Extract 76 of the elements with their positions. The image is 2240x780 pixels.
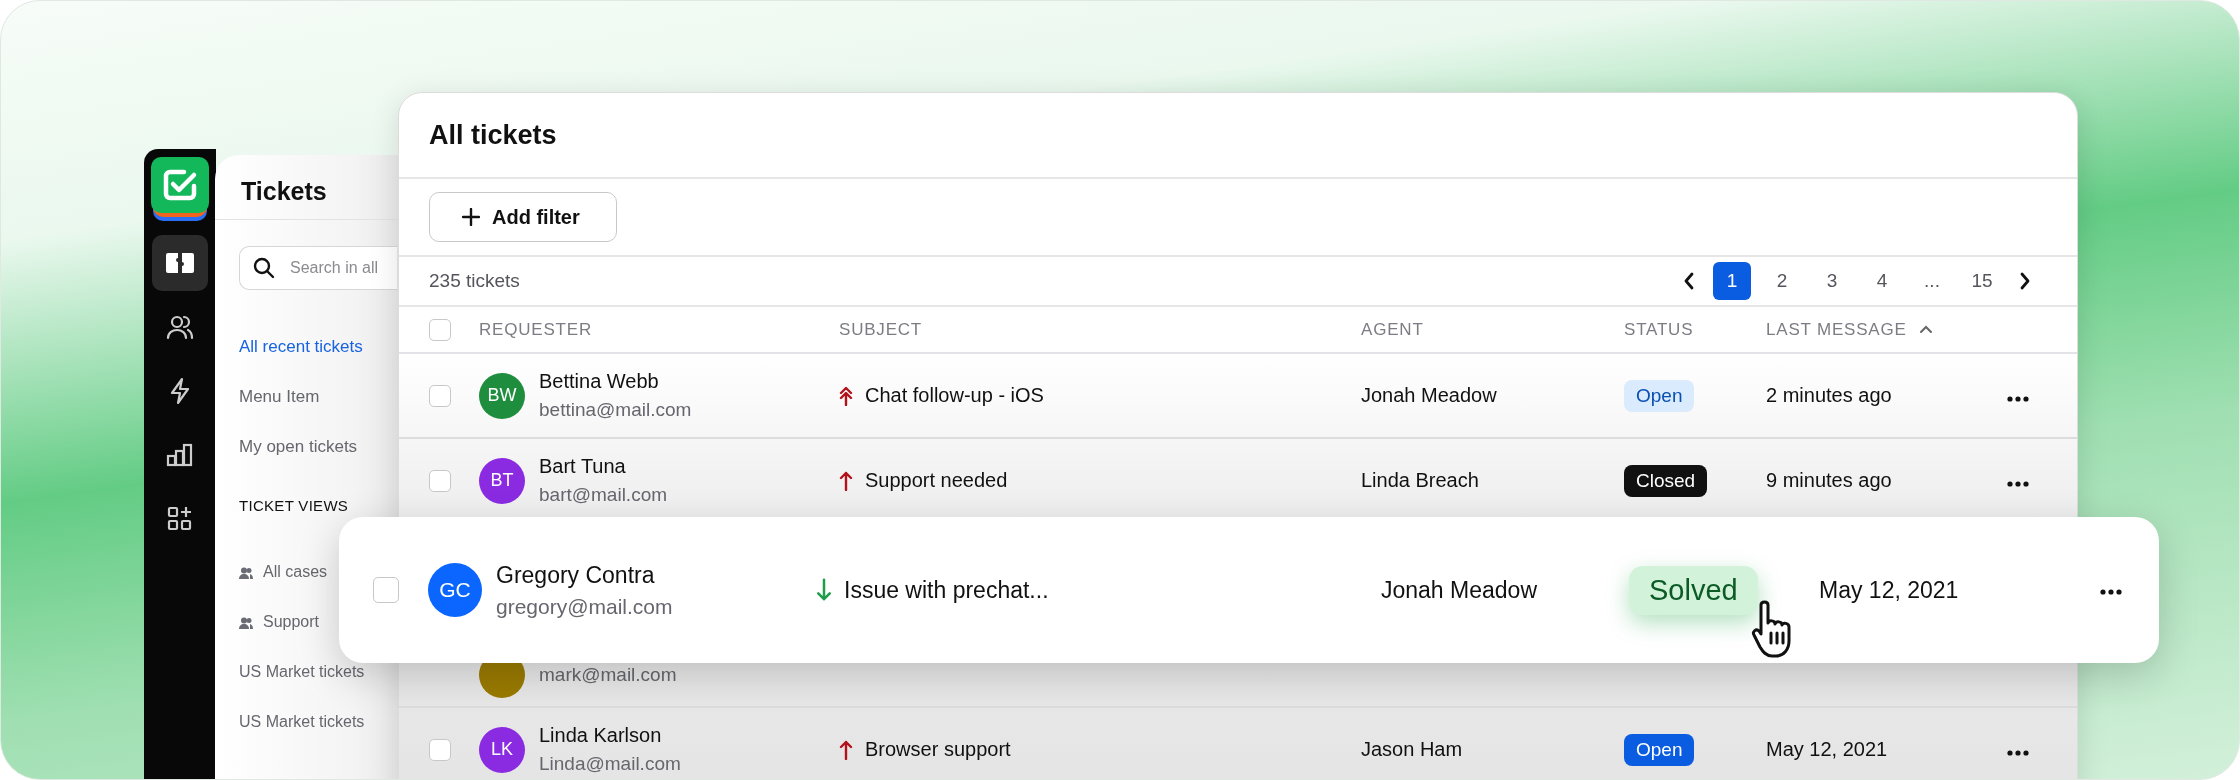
subject-text: Issue with prechat... xyxy=(844,576,1049,604)
page-button[interactable]: ... xyxy=(1913,262,1951,300)
subject-text: Chat follow-up - iOS xyxy=(865,384,1044,407)
page-button[interactable]: 3 xyxy=(1813,262,1851,300)
view-item[interactable]: US Market tickets xyxy=(239,663,365,680)
people-icon xyxy=(239,617,253,630)
more-icon[interactable] xyxy=(2007,750,2029,756)
last-message-time: May 12, 2021 xyxy=(1819,576,1959,603)
requester-email: bart@mail.com xyxy=(539,484,668,506)
select-all-checkbox[interactable] xyxy=(429,318,451,341)
last-message-time: 2 minutes ago xyxy=(1766,384,1892,406)
agent-name: Jason Ham xyxy=(1361,738,1463,760)
agent-name: Jonah Meadow xyxy=(1361,384,1497,406)
status-badge[interactable]: Solved xyxy=(1629,565,1758,615)
avatar: LK xyxy=(479,726,525,773)
row-checkbox[interactable] xyxy=(373,577,399,603)
menu-item[interactable]: Menu Item xyxy=(239,387,320,406)
search-field[interactable]: Search in all xyxy=(239,246,397,290)
more-icon[interactable] xyxy=(2099,589,2123,595)
last-message-time: 9 minutes ago xyxy=(1766,469,1892,491)
column-header[interactable]: AGENT xyxy=(1361,319,1424,340)
status-badge: Closed xyxy=(1624,464,1708,497)
page-button[interactable]: 2 xyxy=(1763,262,1801,300)
users-icon xyxy=(166,314,194,340)
menu-item[interactable]: All recent tickets xyxy=(239,337,363,356)
row-checkbox[interactable] xyxy=(429,738,451,761)
requester-email: bettina@mail.com xyxy=(539,399,692,421)
page-button[interactable]: 4 xyxy=(1863,262,1901,300)
bar-chart-icon xyxy=(166,443,194,467)
view-item[interactable]: Support xyxy=(263,613,320,630)
people-icon xyxy=(239,567,253,580)
view-item[interactable]: All cases xyxy=(263,563,328,580)
highlighted-row[interactable]: GC Gregory Contra gregory@mail.com Issue with prechat... Jonah Meadow Solved May 12, 2021 xyxy=(339,517,2159,663)
requester-email: mark@mail.com xyxy=(539,664,677,686)
page-button[interactable]: 1 xyxy=(1713,262,1751,300)
last-message-time: May 12, 2021 xyxy=(1766,738,1888,760)
subject-text: Support needed xyxy=(865,469,1008,492)
column-header[interactable]: STATUS xyxy=(1624,319,1694,340)
avatar: GC xyxy=(428,563,482,617)
status-badge: Open xyxy=(1624,379,1695,412)
requester-name: Linda Karlson xyxy=(539,724,663,747)
column-header[interactable]: SUBJECT xyxy=(839,319,923,340)
app-logo-icon[interactable] xyxy=(151,157,209,223)
menu-item[interactable]: My open tickets xyxy=(239,437,358,456)
chevron-right-icon[interactable] xyxy=(2019,272,2031,290)
requester-name: Bart Tuna xyxy=(539,455,627,478)
requester-name: Bettina Webb xyxy=(539,370,660,393)
section-heading: TICKET VIEWS xyxy=(239,497,349,514)
sort-up-icon[interactable] xyxy=(1918,325,1933,334)
plus-icon xyxy=(462,208,480,226)
row-checkbox[interactable] xyxy=(429,384,451,407)
subject-text: Browser support xyxy=(865,738,1011,761)
status-badge: Open xyxy=(1624,733,1695,766)
ticket-icon xyxy=(165,251,195,275)
column-header[interactable]: REQUESTER xyxy=(479,319,592,340)
search-icon xyxy=(253,257,275,279)
row-checkbox[interactable] xyxy=(429,469,451,492)
chevron-left-icon[interactable] xyxy=(1683,272,1695,290)
requester-email: gregory@mail.com xyxy=(496,594,673,619)
avatar: BW xyxy=(479,372,525,419)
column-header[interactable]: LAST MESSAGE xyxy=(1766,319,1907,340)
requester-name: Gregory Contra xyxy=(496,561,656,589)
add-apps-icon xyxy=(167,506,193,532)
avatar: BT xyxy=(479,457,525,504)
page-button[interactable]: 15 xyxy=(1963,262,2001,300)
more-icon[interactable] xyxy=(2007,481,2029,487)
view-item[interactable]: US Market tickets xyxy=(239,713,365,730)
page-title: All tickets xyxy=(429,119,557,151)
lightning-icon xyxy=(169,377,191,405)
more-icon[interactable] xyxy=(2007,396,2029,402)
agent-name: Jonah Meadow xyxy=(1381,576,1537,603)
requester-email: Linda@mail.com xyxy=(539,753,681,775)
agent-name: Linda Breach xyxy=(1361,469,1479,491)
nav-item[interactable] xyxy=(152,235,208,291)
ticket-count: 235 tickets xyxy=(429,270,520,292)
add-filter-button[interactable]: Add filter xyxy=(429,192,617,242)
